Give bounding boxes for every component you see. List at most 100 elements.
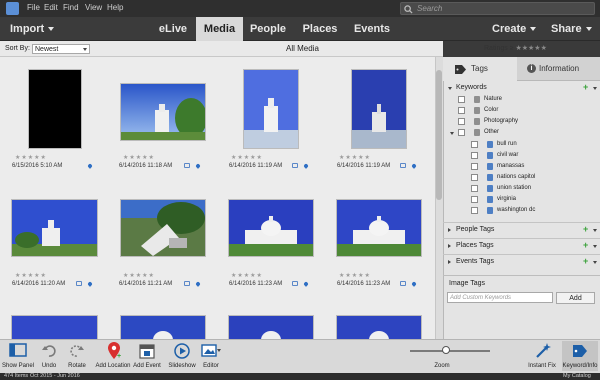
search-input[interactable]: Search <box>400 2 595 15</box>
scrollbar-thumb[interactable] <box>436 70 442 200</box>
rating-stars[interactable]: ★★★★★ <box>339 272 371 279</box>
rating-stars[interactable]: ★★★★★ <box>123 154 155 161</box>
event-icon[interactable] <box>76 281 82 286</box>
keyword-checkbox[interactable] <box>471 174 478 181</box>
event-icon[interactable] <box>400 281 406 286</box>
sort-select[interactable]: Newest <box>32 44 90 54</box>
slideshow-button[interactable]: Slideshow <box>168 341 196 371</box>
thumbnail[interactable] <box>229 316 313 339</box>
tab-information[interactable]: i Information <box>517 57 600 81</box>
location-pin-icon[interactable] <box>195 163 201 169</box>
tab-media[interactable]: Media <box>196 17 243 41</box>
keyword-row[interactable]: Color <box>443 106 600 117</box>
ratings-stars[interactable]: ★★★★★ <box>515 45 546 52</box>
ratings-filter[interactable]: Ratings ≥ ★★★★★ <box>484 44 547 52</box>
rating-stars[interactable]: ★★★★★ <box>231 272 263 279</box>
custom-keywords-input[interactable]: Add Custom Keywords <box>447 292 553 303</box>
keyword-row[interactable]: Nature <box>443 95 600 106</box>
tab-tags[interactable]: Tags <box>443 57 517 81</box>
keyword-row[interactable]: union station <box>443 184 600 195</box>
share-button[interactable]: Share <box>551 23 592 35</box>
menu-edit[interactable]: Edit <box>44 3 58 12</box>
chevron-down-icon[interactable] <box>593 261 597 264</box>
create-button[interactable]: Create <box>492 23 537 35</box>
events-tags-section[interactable]: Events Tags + <box>443 254 600 270</box>
undo-button[interactable]: Undo <box>36 341 62 371</box>
location-pin-icon[interactable] <box>411 281 417 287</box>
event-icon[interactable] <box>292 281 298 286</box>
zoom-slider-handle[interactable] <box>442 346 450 354</box>
tab-places[interactable]: Places <box>298 17 342 41</box>
keyword-row[interactable]: Other <box>443 128 600 139</box>
menu-view[interactable]: View <box>85 3 102 12</box>
event-icon[interactable] <box>292 163 298 168</box>
chevron-down-icon[interactable] <box>593 87 597 90</box>
instant-fix-button[interactable]: Instant Fix <box>525 341 559 371</box>
thumbnail[interactable] <box>121 316 205 339</box>
event-icon[interactable] <box>184 281 190 286</box>
tab-people[interactable]: People <box>246 17 290 41</box>
add-icon[interactable]: + <box>583 256 588 266</box>
keyword-row[interactable]: civil war <box>443 151 600 162</box>
rating-stars[interactable]: ★★★★★ <box>15 272 47 279</box>
location-pin-icon[interactable] <box>303 281 309 287</box>
rating-stars[interactable]: ★★★★★ <box>231 154 263 161</box>
rating-stars[interactable]: ★★★★★ <box>339 154 371 161</box>
thumbnail[interactable] <box>337 200 421 256</box>
rotate-button[interactable]: Rotate <box>64 341 90 371</box>
tab-events[interactable]: Events <box>350 17 394 41</box>
keyword-checkbox[interactable] <box>471 196 478 203</box>
keyword-info-button[interactable]: Keyword/Info <box>562 341 598 371</box>
keyword-checkbox[interactable] <box>458 129 465 136</box>
places-tags-section[interactable]: Places Tags + <box>443 238 600 254</box>
show-panel-button[interactable]: Show Panel <box>2 341 34 371</box>
event-icon[interactable] <box>184 163 190 168</box>
menu-file[interactable]: File <box>27 3 40 12</box>
add-location-button[interactable]: + Add Location <box>95 341 131 371</box>
rating-stars[interactable]: ★★★★★ <box>123 272 155 279</box>
thumbnail[interactable] <box>12 200 97 256</box>
keyword-checkbox[interactable] <box>458 107 465 114</box>
keyword-row[interactable]: virginia <box>443 195 600 206</box>
tab-elive[interactable]: eLive <box>153 17 193 41</box>
editor-button[interactable]: Editor <box>198 341 224 371</box>
location-pin-icon[interactable] <box>303 163 309 169</box>
add-event-button[interactable]: Add Event <box>133 341 161 371</box>
chevron-down-icon[interactable] <box>593 229 597 232</box>
keyword-row[interactable]: washington dc <box>443 206 600 217</box>
keyword-row[interactable]: nations capitol <box>443 173 600 184</box>
rating-stars[interactable]: ★★★★★ <box>15 154 47 161</box>
event-icon[interactable] <box>400 163 406 168</box>
thumbnail[interactable] <box>229 200 313 256</box>
location-pin-icon[interactable] <box>87 281 93 287</box>
keyword-checkbox[interactable] <box>471 152 478 159</box>
people-tags-section[interactable]: People Tags + <box>443 222 600 238</box>
add-button[interactable]: Add <box>556 292 595 304</box>
keyword-row[interactable]: manassas <box>443 162 600 173</box>
thumbnail[interactable] <box>244 70 298 148</box>
thumbnail[interactable] <box>29 70 81 148</box>
add-icon[interactable]: + <box>583 240 588 250</box>
keyword-checkbox[interactable] <box>458 96 465 103</box>
add-icon[interactable]: + <box>583 224 588 234</box>
chevron-down-icon[interactable] <box>450 132 454 135</box>
keywords-header[interactable]: Keywords + <box>443 82 600 95</box>
chevron-down-icon[interactable] <box>593 245 597 248</box>
menu-find[interactable]: Find <box>63 3 79 12</box>
keyword-checkbox[interactable] <box>471 185 478 192</box>
import-button[interactable]: Import <box>10 23 55 35</box>
location-pin-icon[interactable] <box>87 163 93 169</box>
keyword-row[interactable]: Photography <box>443 117 600 128</box>
location-pin-icon[interactable] <box>411 163 417 169</box>
location-pin-icon[interactable] <box>195 281 201 287</box>
keyword-checkbox[interactable] <box>471 141 478 148</box>
keyword-checkbox[interactable] <box>471 207 478 214</box>
menu-help[interactable]: Help <box>107 3 123 12</box>
thumbnail[interactable] <box>121 200 205 256</box>
keyword-checkbox[interactable] <box>458 118 465 125</box>
zoom-slider[interactable] <box>410 350 490 352</box>
keyword-row[interactable]: bull run <box>443 140 600 151</box>
keyword-checkbox[interactable] <box>471 163 478 170</box>
add-keyword-icon[interactable]: + <box>583 82 588 92</box>
thumbnail[interactable] <box>121 84 205 140</box>
